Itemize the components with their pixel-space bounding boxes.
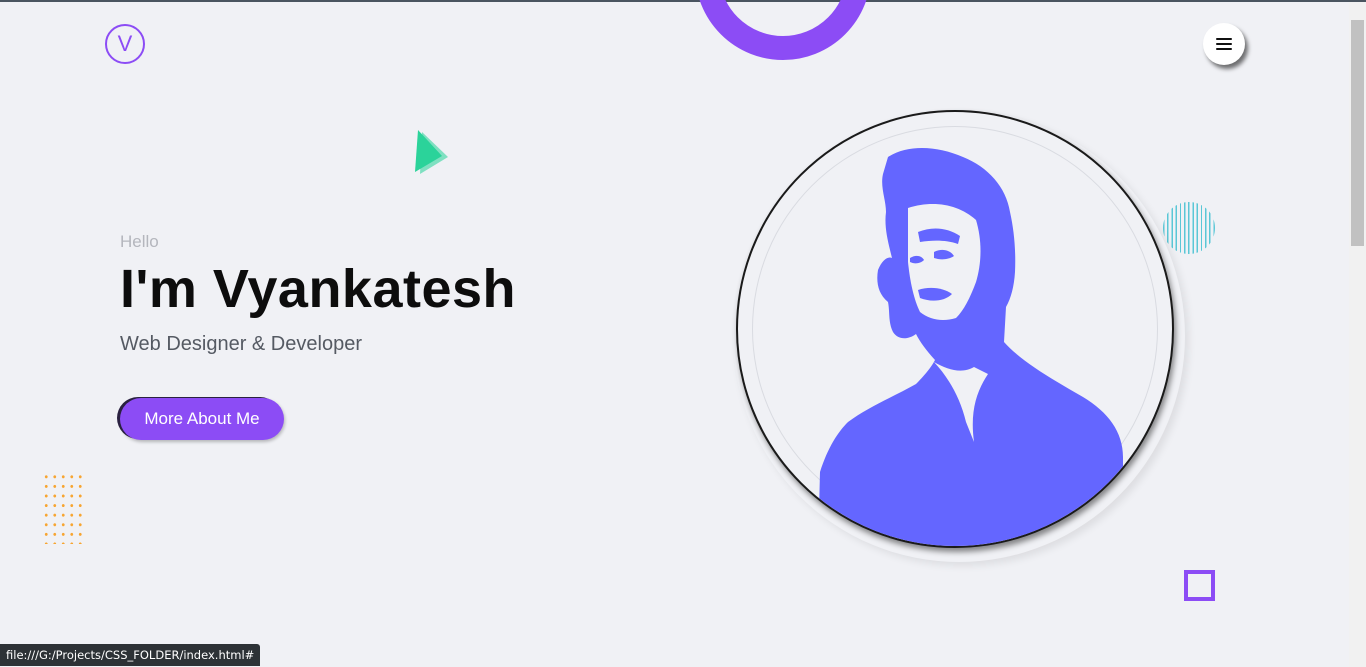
dot-grid-decoration [42, 472, 82, 544]
hamburger-icon [1216, 38, 1232, 50]
hero-text: Hello I'm Vyankatesh Web Designer & Deve… [120, 232, 516, 356]
hero-name: I'm Vyankatesh [120, 259, 517, 319]
portrait-frame [736, 110, 1174, 548]
scrollbar-thumb[interactable] [1351, 20, 1364, 246]
logo[interactable]: V [105, 24, 145, 64]
greeting: Hello [120, 232, 159, 251]
decorative-ring [695, 0, 871, 60]
status-bar-url: file:///G:/Projects/CSS_FOLDER/index.htm… [0, 644, 261, 666]
hero-role: Web Designer & Developer [120, 333, 362, 356]
more-about-me-button[interactable]: More About Me [120, 398, 284, 440]
scrollbar[interactable] [1349, 2, 1366, 667]
menu-button[interactable] [1203, 23, 1245, 65]
logo-letter: V [117, 31, 133, 56]
square-decoration [1184, 570, 1215, 601]
triangle-decoration [415, 130, 448, 174]
portrait-silhouette [818, 148, 1123, 546]
